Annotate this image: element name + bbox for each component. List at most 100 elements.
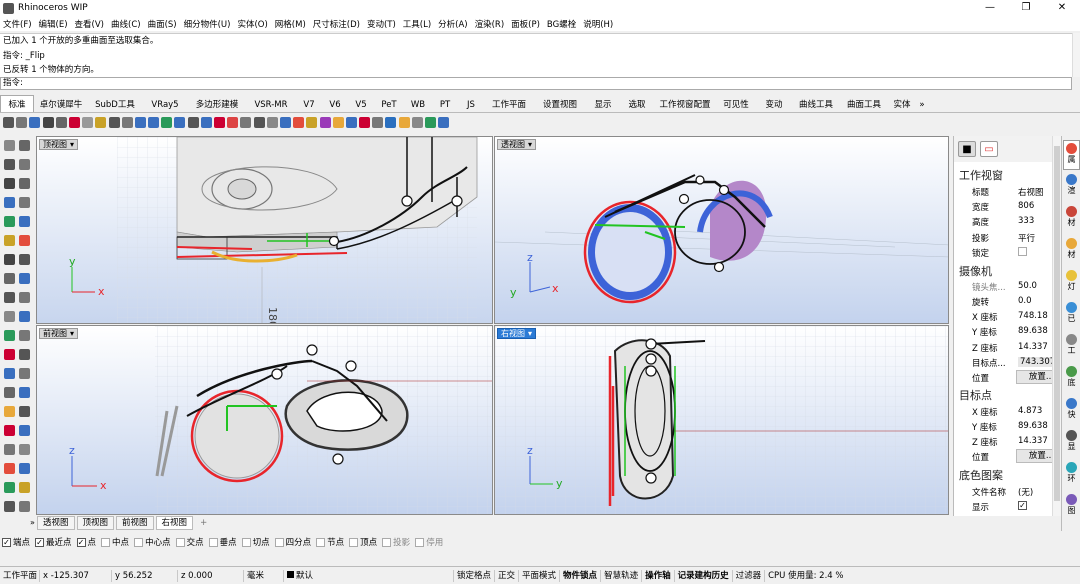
- osnap-checkbox[interactable]: [241, 537, 251, 547]
- left-tool-icon[interactable]: [19, 463, 30, 474]
- toolbar-tool-icon[interactable]: [266, 117, 278, 128]
- left-tool-icon[interactable]: [4, 216, 15, 227]
- menu-item-13[interactable]: 面板(P): [511, 18, 540, 30]
- dropdown-icon[interactable]: ▾: [528, 329, 532, 338]
- right-tab-9[interactable]: 显: [1063, 428, 1080, 458]
- vp-tab-right[interactable]: 右视图: [155, 516, 194, 530]
- left-tool-icon[interactable]: [19, 349, 30, 360]
- left-tool-icon[interactable]: [19, 406, 30, 417]
- menu-item-11[interactable]: 分析(A): [438, 18, 467, 30]
- dropdown-icon[interactable]: ▾: [70, 329, 74, 338]
- right-tab-5[interactable]: 已: [1063, 300, 1080, 330]
- tab-12[interactable]: JS: [458, 98, 484, 112]
- left-tool-icon[interactable]: [19, 159, 30, 170]
- status-toggle-5[interactable]: 操作轴: [642, 569, 675, 582]
- osnap-2[interactable]: ✓ 点: [76, 536, 96, 548]
- right-tab-1[interactable]: 渲: [1063, 172, 1080, 202]
- status-toggle-7[interactable]: 过滤器: [733, 569, 766, 582]
- left-tool-icon[interactable]: [19, 292, 30, 303]
- tabs-more-button[interactable]: »: [916, 98, 928, 112]
- history-scrollbar[interactable]: [1072, 33, 1080, 77]
- osnap-checkbox[interactable]: [316, 537, 326, 547]
- tab-13[interactable]: 工作平面: [484, 96, 534, 112]
- vp-tab-top[interactable]: 顶视图: [76, 516, 115, 530]
- tab-16[interactable]: 选取: [620, 96, 654, 112]
- tab-20[interactable]: 曲线工具: [792, 96, 840, 112]
- status-toggle-1[interactable]: 正交: [495, 569, 520, 582]
- tab-8[interactable]: V5: [348, 98, 374, 112]
- left-tool-icon[interactable]: [4, 273, 15, 284]
- left-tool-icon[interactable]: [4, 444, 15, 455]
- tab-1[interactable]: 卓尔谟犀牛: [34, 96, 88, 112]
- tab-4[interactable]: 多边形建模: [188, 96, 246, 112]
- toolbar-tool-icon[interactable]: [214, 117, 225, 128]
- menu-item-15[interactable]: 说明(H): [583, 18, 613, 30]
- right-tab-4[interactable]: 灯: [1063, 268, 1080, 298]
- show-checkbox[interactable]: ✓: [1018, 501, 1027, 510]
- toolbar-tool-icon[interactable]: [148, 117, 160, 128]
- osnap-9[interactable]: 节点: [316, 536, 344, 548]
- osnap-3[interactable]: 中点: [101, 536, 129, 548]
- tab-18[interactable]: 可见性: [716, 96, 756, 112]
- left-tool-icon[interactable]: [19, 235, 30, 246]
- toolbar-tool-icon[interactable]: [3, 117, 14, 128]
- osnap-0[interactable]: ✓ 端点: [2, 536, 30, 548]
- right-tab-11[interactable]: 图: [1063, 492, 1080, 522]
- toolbar-tool-icon[interactable]: [29, 117, 41, 128]
- osnap-checkbox[interactable]: [349, 537, 359, 547]
- toolbar-tool-icon[interactable]: [253, 117, 265, 128]
- toolbar-tool-icon[interactable]: [227, 117, 239, 128]
- toolbar-tool-icon[interactable]: [359, 117, 371, 128]
- left-tool-icon[interactable]: [4, 368, 15, 379]
- toolbar-tool-icon[interactable]: [121, 117, 133, 128]
- menu-item-9[interactable]: 变动(T): [367, 18, 396, 30]
- toolbar-tool-icon[interactable]: [385, 117, 397, 128]
- toolbar-tool-icon[interactable]: [174, 117, 186, 128]
- toolbar-tool-icon[interactable]: [200, 117, 212, 128]
- menu-item-12[interactable]: 渲染(R): [475, 18, 505, 30]
- menu-item-2[interactable]: 查看(V): [75, 18, 104, 30]
- left-tool-icon[interactable]: [19, 330, 30, 341]
- vp-tab-front[interactable]: 前视图: [116, 516, 154, 530]
- right-tab-6[interactable]: 工: [1063, 332, 1080, 362]
- toolbar-tool-icon[interactable]: [332, 117, 344, 128]
- status-toggle-2[interactable]: 平面模式: [519, 569, 561, 582]
- osnap-12[interactable]: 停用: [415, 536, 443, 548]
- menu-item-1[interactable]: 编辑(E): [39, 18, 68, 30]
- osnap-checkbox[interactable]: [175, 537, 185, 547]
- maximize-button[interactable]: ❐: [1008, 0, 1044, 16]
- toolbar-tool-icon[interactable]: [16, 117, 28, 128]
- viewport-right[interactable]: z y 右视图 ▾: [494, 325, 949, 515]
- toolbar-tool-icon[interactable]: [187, 117, 199, 128]
- left-tool-icon[interactable]: [19, 311, 30, 322]
- status-unit[interactable]: 毫米: [244, 569, 284, 582]
- osnap-checkbox[interactable]: [274, 537, 284, 547]
- toolbar-tool-icon[interactable]: [240, 117, 252, 128]
- left-tool-icon[interactable]: [4, 178, 15, 189]
- left-tool-icon[interactable]: [4, 140, 15, 151]
- dropdown-icon[interactable]: ▾: [528, 140, 532, 149]
- right-tab-0[interactable]: 属: [1063, 140, 1080, 170]
- left-tool-icon[interactable]: [19, 444, 30, 455]
- tab-0[interactable]: 标准: [0, 95, 34, 112]
- osnap-1[interactable]: ✓ 最近点: [35, 536, 72, 548]
- left-tool-icon[interactable]: [19, 501, 30, 512]
- viewport-front[interactable]: z x 前视图 ▾: [36, 325, 493, 515]
- menu-item-5[interactable]: 细分物件(U): [184, 18, 231, 30]
- viewport-label-front[interactable]: 前视图 ▾: [39, 328, 79, 339]
- osnap-10[interactable]: 顶点: [349, 536, 377, 548]
- viewport-perspective[interactable]: z y x 透视图 ▾: [494, 136, 949, 324]
- toolbar-tool-icon[interactable]: [372, 117, 384, 128]
- panel-scrollbar[interactable]: [1052, 136, 1061, 516]
- toolbar-tool-icon[interactable]: [306, 117, 318, 128]
- tab-19[interactable]: 变动: [756, 96, 792, 112]
- left-tool-icon[interactable]: [19, 368, 30, 379]
- left-tool-icon[interactable]: [19, 387, 30, 398]
- toolbar-tool-icon[interactable]: [108, 117, 120, 128]
- left-tool-icon[interactable]: [4, 349, 15, 360]
- left-tool-icon[interactable]: [4, 406, 15, 417]
- left-tool-icon[interactable]: [4, 311, 15, 322]
- menu-item-8[interactable]: 尺寸标注(D): [313, 18, 360, 30]
- osnap-4[interactable]: 中心点: [134, 536, 171, 548]
- osnap-checkbox[interactable]: [382, 537, 392, 547]
